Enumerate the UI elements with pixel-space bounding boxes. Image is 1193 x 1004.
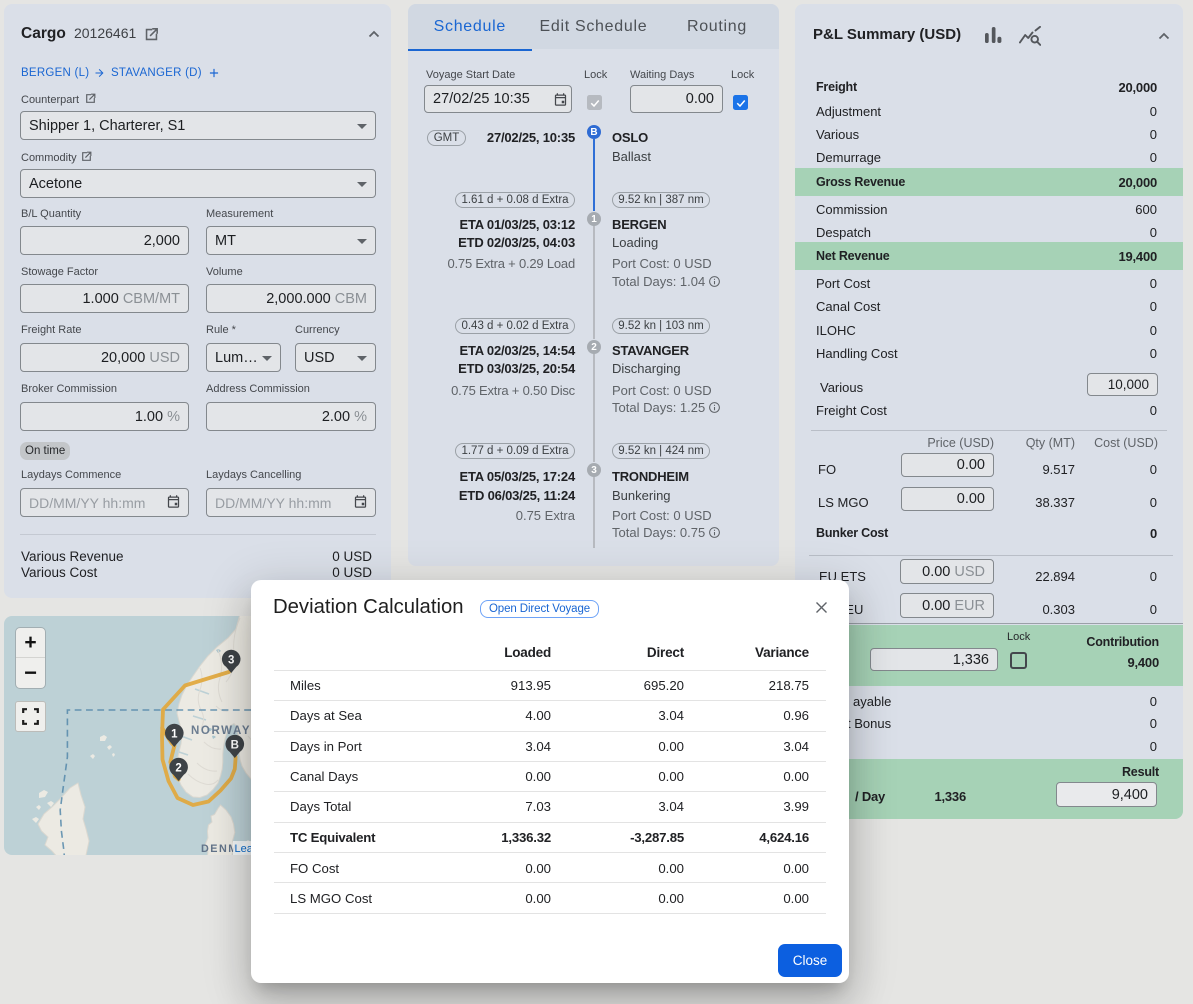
svg-text:3: 3 (228, 654, 234, 666)
svg-text:NORWAY: NORWAY (191, 725, 251, 737)
svg-text:B: B (231, 739, 239, 751)
svg-text:2: 2 (175, 762, 181, 774)
svg-text:1: 1 (171, 728, 178, 740)
